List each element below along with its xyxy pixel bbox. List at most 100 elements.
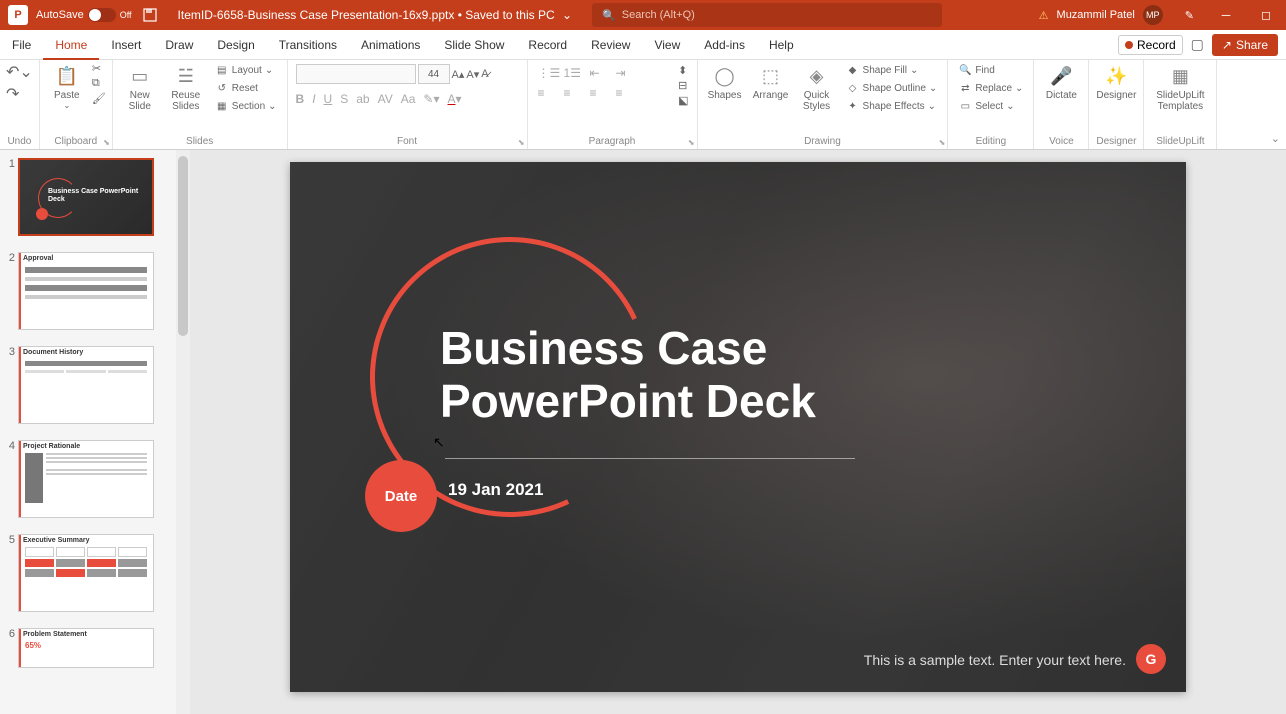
dialog-launcher-icon[interactable]: ⬊ [103,138,110,147]
case-button[interactable]: Aa [401,92,416,106]
slide-1[interactable]: Business Case PowerPoint Deck Date 19 Ja… [290,162,1186,692]
thumbnail-preview[interactable]: Problem Statement 65% [18,628,154,668]
save-icon[interactable] [142,7,158,23]
file-name[interactable]: ItemID-6658-Business Case Presentation-1… [178,8,572,22]
record-button[interactable]: Record [1118,35,1183,55]
font-color-button[interactable]: A▾ [447,92,461,106]
numbering-icon[interactable]: 1☰ [564,66,580,80]
format-painter-icon[interactable]: 🖌 [92,92,106,105]
arrange-button[interactable]: ⬚ Arrange [750,62,792,101]
share-button[interactable]: ↗ Share [1212,34,1278,56]
layout-button[interactable]: ▤Layout ⌄ [211,62,281,78]
scrollbar-handle[interactable] [178,156,188,336]
designer-button[interactable]: ✨ Designer [1095,62,1137,101]
align-right-icon[interactable]: ≡ [590,86,606,100]
thumbnail-preview[interactable]: Document History [18,346,154,424]
tab-home[interactable]: Home [43,30,99,60]
dialog-launcher-icon[interactable]: ⬊ [688,138,695,147]
thumbnail-scrollbar[interactable] [176,150,190,714]
tab-draw[interactable]: Draw [153,30,205,60]
maximize-button[interactable]: ◻ [1246,0,1286,30]
undo-icon[interactable]: ↶⌄ [6,62,33,82]
user-avatar[interactable]: MP [1143,5,1163,25]
new-slide-button[interactable]: ▭ New Slide [119,62,161,112]
slideuplift-button[interactable]: ▦ SlideUpLift Templates [1150,62,1210,112]
reset-button[interactable]: ↺Reset [211,80,281,96]
tab-review[interactable]: Review [579,30,642,60]
underline-button[interactable]: U [324,92,333,106]
user-account[interactable]: ⚠ Muzammil Patel MP [1039,5,1163,25]
minimize-button[interactable]: ─ [1206,0,1246,30]
tab-record[interactable]: Record [516,30,579,60]
toggle-switch-icon[interactable] [88,8,116,22]
dictate-button[interactable]: 🎤 Dictate [1040,62,1082,101]
tab-slideshow[interactable]: Slide Show [432,30,516,60]
select-button[interactable]: ▭Select ⌄ [954,98,1027,114]
tab-view[interactable]: View [642,30,692,60]
sample-text[interactable]: This is a sample text. Enter your text h… [864,652,1126,668]
tab-addins[interactable]: Add-ins [692,30,757,60]
tab-help[interactable]: Help [757,30,806,60]
tab-design[interactable]: Design [205,30,266,60]
tab-animations[interactable]: Animations [349,30,432,60]
dialog-launcher-icon[interactable]: ⬊ [939,138,946,147]
outdent-icon[interactable]: ⇤ [590,66,606,80]
justify-icon[interactable]: ≡ [616,86,632,100]
align-center-icon[interactable]: ≡ [564,86,580,100]
chevron-down-icon[interactable]: ⌄ [562,8,572,22]
slide-title[interactable]: Business Case PowerPoint Deck [440,322,816,428]
date-value[interactable]: 19 Jan 2021 [448,480,543,500]
bold-button[interactable]: B [296,92,305,106]
paste-button[interactable]: 📋 Paste ⌄ [46,62,88,110]
thumbnail-5[interactable]: 5 Executive Summary [0,526,190,620]
date-badge[interactable]: Date [365,460,437,532]
highlight-button[interactable]: ✎▾ [423,92,439,106]
section-button[interactable]: ▦Section ⌄ [211,98,281,114]
slide-thumbnail-panel[interactable]: 1 Business Case PowerPoint Deck 2 Approv… [0,150,190,714]
search-input[interactable]: 🔍 Search (Alt+Q) [592,3,942,27]
indent-icon[interactable]: ⇥ [616,66,632,80]
thumbnail-6[interactable]: 6 Problem Statement 65% [0,620,190,676]
g-badge[interactable]: G [1136,644,1166,674]
smartart-icon[interactable]: ⬕ [678,94,688,107]
redo-icon[interactable]: ↷ [6,84,33,104]
reuse-slides-button[interactable]: ☱ Reuse Slides [165,62,207,112]
shape-outline-button[interactable]: ◇Shape Outline ⌄ [842,80,942,96]
shadow-button[interactable]: ab [356,92,369,106]
find-button[interactable]: 🔍Find [954,62,1027,78]
align-text-icon[interactable]: ⊟ [678,79,688,92]
thumbnail-1[interactable]: 1 Business Case PowerPoint Deck [0,150,190,244]
bullets-icon[interactable]: ⋮☰ [538,66,554,80]
spacing-button[interactable]: AV [378,92,393,106]
clear-format-icon[interactable]: A̷ [481,68,488,80]
replace-button[interactable]: ⇄Replace ⌄ [954,80,1027,96]
shape-effects-button[interactable]: ✦Shape Effects ⌄ [842,98,942,114]
text-direction-icon[interactable]: ⬍ [678,64,688,77]
thumbnail-preview[interactable]: Project Rationale [18,440,154,518]
thumbnail-preview[interactable]: Approval [18,252,154,330]
dialog-launcher-icon[interactable]: ⬊ [518,138,525,147]
decrease-font-icon[interactable]: A▾ [466,68,479,81]
font-family-select[interactable] [296,64,416,84]
pen-icon[interactable]: ✎ [1185,9,1194,22]
italic-button[interactable]: I [312,92,315,106]
thumbnail-preview[interactable]: Executive Summary [18,534,154,612]
font-size-select[interactable] [418,64,450,84]
tab-file[interactable]: File [0,30,43,60]
slide-canvas-area[interactable]: ↖ Business Case PowerPoint Deck Date 19 … [190,150,1286,714]
present-icon[interactable]: ▢ [1191,36,1204,53]
shape-fill-button[interactable]: ◆Shape Fill ⌄ [842,62,942,78]
cut-icon[interactable]: ✂ [92,62,106,75]
autosave-toggle[interactable]: AutoSave Off [36,8,132,22]
shapes-button[interactable]: ◯ Shapes [704,62,746,101]
copy-icon[interactable]: ⧉ [92,77,106,90]
strike-button[interactable]: S [340,92,348,106]
thumbnail-2[interactable]: 2 Approval [0,244,190,338]
tab-transitions[interactable]: Transitions [267,30,349,60]
quick-styles-button[interactable]: ◈ Quick Styles [796,62,838,112]
thumbnail-preview[interactable]: Business Case PowerPoint Deck [18,158,154,236]
tab-insert[interactable]: Insert [99,30,153,60]
thumbnail-3[interactable]: 3 Document History [0,338,190,432]
thumbnail-4[interactable]: 4 Project Rationale [0,432,190,526]
collapse-ribbon-icon[interactable]: ⌄ [1271,132,1280,145]
